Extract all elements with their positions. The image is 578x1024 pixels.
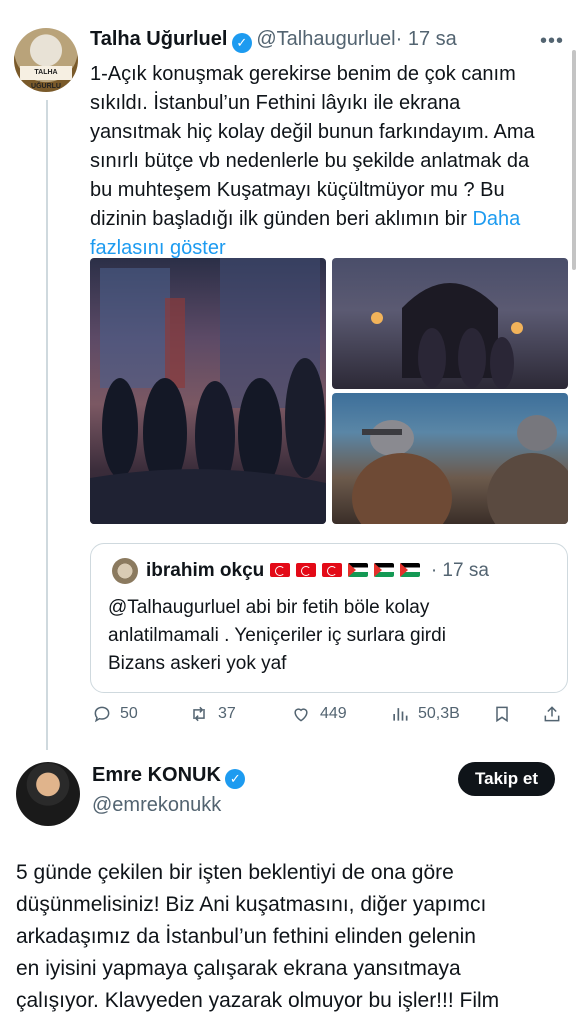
- verified-icon: ✓: [231, 33, 252, 53]
- bookmark-button[interactable]: [492, 704, 512, 724]
- bookmark-icon: [496, 706, 508, 723]
- tweet-line: yansıtmak hiç kolay değil bunun farkında…: [90, 121, 535, 143]
- reply-author-handle[interactable]: @emrekonukk: [92, 794, 221, 817]
- quote-line: anlatilmamali . Yeniçeriler iç surlara g…: [108, 625, 446, 646]
- palestine-flag-icon: [399, 563, 420, 577]
- tweet-image[interactable]: [332, 258, 568, 389]
- scrollbar[interactable]: [572, 50, 576, 270]
- turkey-flag-icon: [321, 563, 342, 577]
- quote-line: Bizans askeri yok yaf: [108, 653, 287, 674]
- tweet-actions: 50 37 449 50,3B: [90, 700, 568, 730]
- avatar[interactable]: TALHA UĞURLU: [14, 28, 78, 92]
- quote-author-name[interactable]: ibrahim okçu: [146, 560, 264, 581]
- reply-line: düşünmelisiniz! Biz Ani kuşatmasını, diğ…: [16, 893, 487, 916]
- share-button[interactable]: [542, 704, 562, 724]
- reply-line: 5 günde çekilen bir işten beklentiyi de …: [16, 861, 454, 884]
- tweet-text: 1-Açık konuşmak gerekirse benim de çok c…: [90, 60, 570, 263]
- avatar-text: TALHA UĞURLU: [20, 66, 72, 90]
- views-icon: [393, 708, 408, 721]
- quote-avatar[interactable]: [112, 558, 138, 584]
- reply-button[interactable]: 50: [92, 704, 138, 724]
- tweet-time[interactable]: · 17 sa: [396, 28, 457, 50]
- quote-text: @Talhaugurluel abi bir fetih böle kolay …: [108, 594, 558, 678]
- tweet-line: 1-Açık konuşmak gerekirse benim de çok c…: [90, 63, 516, 85]
- tweet-line: dizinin başladığı ilk günden beri aklımı…: [90, 208, 467, 230]
- retweet-icon: [193, 706, 205, 722]
- tweet-image[interactable]: [90, 258, 326, 524]
- views-button[interactable]: 50,3B: [390, 704, 460, 724]
- quote-header: ibrahim okçu · 17 sa: [146, 560, 489, 582]
- follow-button[interactable]: Takip et: [458, 762, 555, 796]
- tweet-image[interactable]: [332, 393, 568, 524]
- retweet-button[interactable]: 37: [188, 704, 236, 724]
- reply-line: arkadaşımız da İstanbul’un fethini elind…: [16, 925, 476, 948]
- reply-text: 5 günde çekilen bir işten beklentiyi de …: [16, 857, 571, 1017]
- tweet-header: Talha Uğurluel ✓ @Talhaugurluel· 17 sa: [90, 28, 457, 53]
- quote-time[interactable]: · 17 sa: [431, 560, 489, 581]
- reply-line: en iyisini yapmaya çalışarak ekrana yans…: [16, 957, 461, 980]
- tweet-line: sınırlı bütçe vb nedenlerle bu şekilde a…: [90, 150, 530, 172]
- heart-icon: [294, 708, 308, 722]
- palestine-flag-icon: [373, 563, 394, 577]
- like-count: 449: [320, 705, 347, 722]
- turkey-flag-icon: [295, 563, 316, 577]
- show-more-link[interactable]: Daha: [472, 208, 520, 230]
- tweet-line: sıkıldı. İstanbul’un Fethini lâyıkı ile …: [90, 92, 461, 114]
- thread-line: [46, 100, 48, 750]
- quote-line: @Talhaugurluel abi bir fetih böle kolay: [108, 597, 430, 618]
- author-handle[interactable]: @Talhaugurluel: [256, 28, 395, 50]
- like-button[interactable]: 449: [290, 704, 347, 724]
- reply-author-name[interactable]: Emre KONUK: [92, 764, 221, 786]
- avatar[interactable]: [16, 762, 80, 826]
- retweet-count: 37: [218, 705, 236, 722]
- reply-icon: [94, 706, 110, 723]
- share-icon: [544, 706, 560, 722]
- tweet-line: bu muhteşem Kuşatmayı küçültmüyor mu ? B…: [90, 179, 505, 201]
- palestine-flag-icon: [347, 563, 368, 577]
- more-icon[interactable]: •••: [540, 30, 564, 53]
- verified-icon: ✓: [225, 769, 246, 789]
- turkey-flag-icon: [269, 563, 290, 577]
- author-name[interactable]: Talha Uğurluel: [90, 28, 227, 50]
- reply-line: çalışıyor. Klavyeden yazarak olmuyor bu …: [16, 989, 500, 1012]
- reply-header: Emre KONUK ✓: [92, 764, 246, 789]
- views-count: 50,3B: [418, 705, 460, 722]
- reply-count: 50: [120, 705, 138, 722]
